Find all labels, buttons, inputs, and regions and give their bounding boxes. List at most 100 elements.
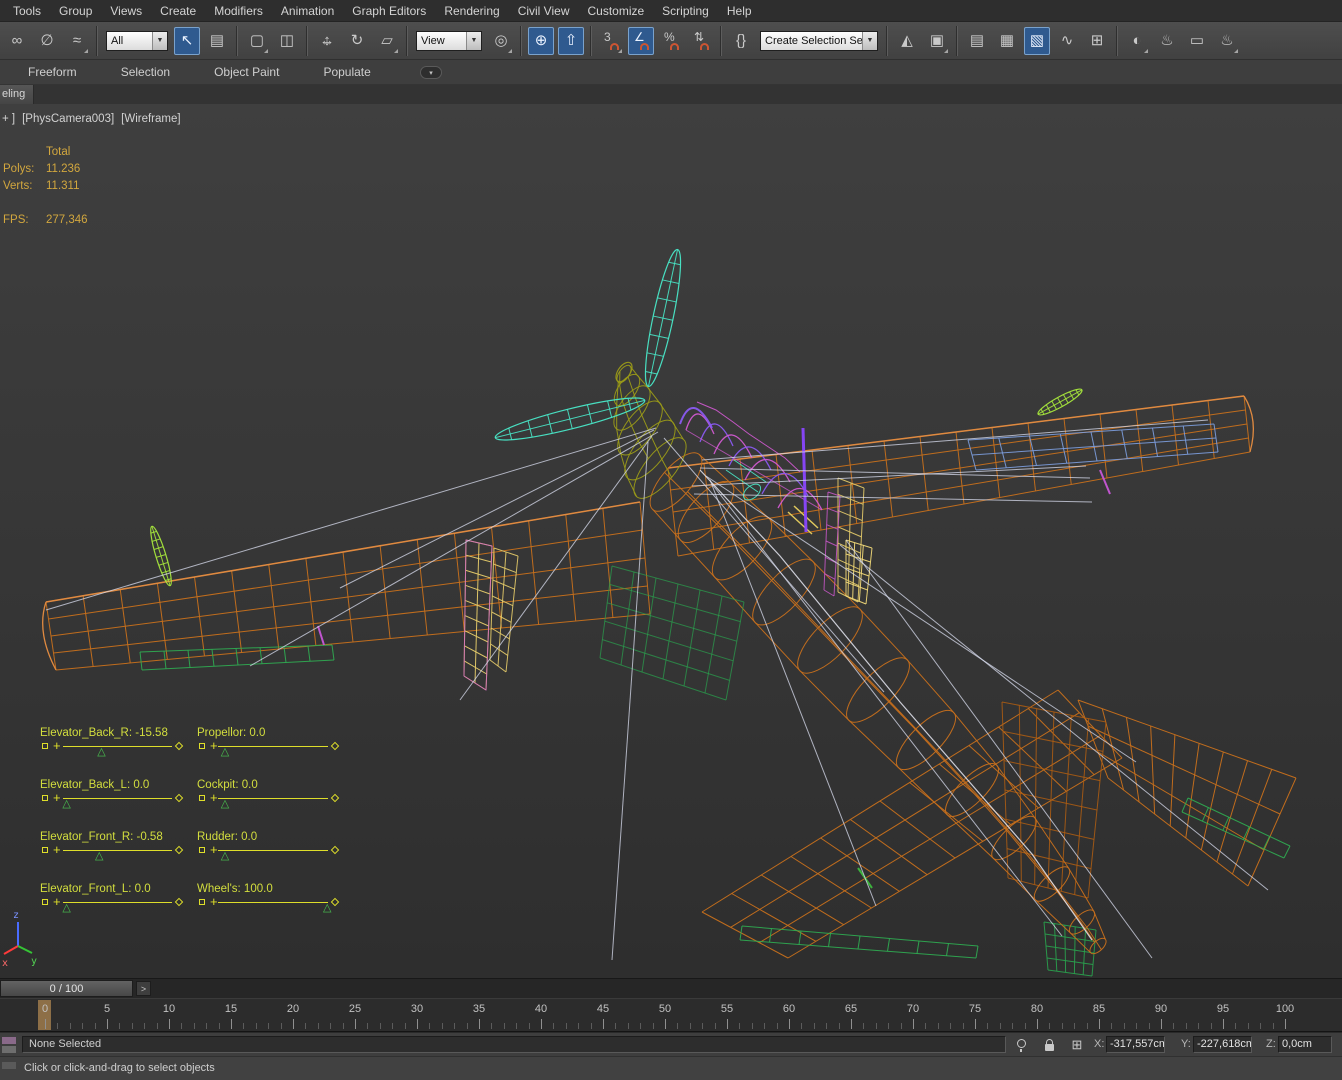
tab-object-paint[interactable]: Object Paint bbox=[214, 65, 279, 79]
manipulator-handle[interactable]: △ bbox=[95, 851, 103, 862]
viewport[interactable]: zxy + ] [PhysCamera003] [Wireframe] Tota… bbox=[0, 104, 1342, 978]
prompt-left-icon[interactable] bbox=[2, 1062, 16, 1069]
manipulator-track[interactable] bbox=[218, 798, 328, 799]
reference-coordinate-system-dropdown[interactable]: View ▼ bbox=[416, 30, 482, 51]
menu-views[interactable]: Views bbox=[101, 1, 151, 21]
selection-filter-dropdown[interactable]: All ▼ bbox=[106, 30, 168, 51]
manipulator-track[interactable] bbox=[63, 902, 172, 903]
select-and-scale-button[interactable]: ▱ bbox=[374, 27, 400, 55]
manipulator-diamond[interactable] bbox=[330, 897, 340, 907]
track-bar[interactable]: 0 5 10 15 20 25 30 35 40 45 50 55 60 65 70 75 80 85 90 95 10… bbox=[0, 998, 1342, 1032]
menu-scripting[interactable]: Scripting bbox=[653, 1, 718, 21]
manipulator-plus[interactable]: + bbox=[210, 739, 218, 752]
manipulator-diamond[interactable] bbox=[174, 741, 184, 751]
angle-snap-toggle-button[interactable]: ∠ bbox=[628, 26, 654, 55]
named-selection-sets-dropdown[interactable]: Create Selection Se ▼ bbox=[760, 30, 878, 51]
manipulator-square[interactable] bbox=[42, 795, 48, 801]
select-and-link-button[interactable]: ∞ bbox=[4, 27, 30, 55]
manipulator-handle[interactable]: △ bbox=[62, 903, 70, 914]
manipulator-square[interactable] bbox=[199, 847, 205, 853]
chevron-down-icon[interactable]: ▼ bbox=[152, 31, 167, 50]
align-button[interactable]: ▣ bbox=[924, 27, 950, 55]
manipulator-plus[interactable]: + bbox=[53, 895, 61, 908]
menu-animation[interactable]: Animation bbox=[272, 1, 343, 21]
manipulator-square[interactable] bbox=[42, 743, 48, 749]
manipulator-diamond[interactable] bbox=[174, 793, 184, 803]
manipulator-plus[interactable]: + bbox=[210, 843, 218, 856]
manipulator-plus[interactable]: + bbox=[53, 791, 61, 804]
manipulator-plus[interactable]: + bbox=[53, 739, 61, 752]
manipulator-diamond[interactable] bbox=[174, 897, 184, 907]
maxscript-mini-listener[interactable] bbox=[2, 1037, 16, 1044]
manipulator-track[interactable] bbox=[63, 850, 172, 851]
tab-freeform[interactable]: Freeform bbox=[28, 65, 77, 79]
select-object-button[interactable]: ↖ bbox=[174, 26, 200, 55]
manipulator-track[interactable] bbox=[63, 798, 172, 799]
snap-toggle-3d-button[interactable]: 3 bbox=[598, 27, 624, 55]
manipulator-square[interactable] bbox=[42, 847, 48, 853]
manipulator-diamond[interactable] bbox=[330, 793, 340, 803]
manipulator-diamond[interactable] bbox=[330, 845, 340, 855]
spinner-snap-toggle-button[interactable]: ⇅ bbox=[688, 27, 714, 55]
window-crossing-toggle-button[interactable]: ◫ bbox=[274, 27, 300, 55]
menu-help[interactable]: Help bbox=[718, 1, 761, 21]
manipulator-plus[interactable]: + bbox=[210, 895, 218, 908]
unlink-selection-button[interactable]: ∅ bbox=[34, 27, 60, 55]
manipulator-diamond[interactable] bbox=[174, 845, 184, 855]
manipulator-handle[interactable]: △ bbox=[221, 799, 229, 810]
rectangular-selection-region-button[interactable]: ▢ bbox=[244, 27, 270, 55]
next-frame-button[interactable]: > bbox=[136, 981, 151, 996]
manipulator-handle[interactable]: △ bbox=[62, 799, 70, 810]
menu-group[interactable]: Group bbox=[50, 1, 101, 21]
curve-editor-button[interactable]: ∿ bbox=[1054, 27, 1080, 55]
tab-populate[interactable]: Populate bbox=[323, 65, 370, 79]
render-production-button[interactable]: ♨ bbox=[1214, 27, 1240, 55]
select-and-rotate-button[interactable]: ↻ bbox=[344, 27, 370, 55]
manipulator-handle[interactable]: △ bbox=[221, 851, 229, 862]
manipulator-track[interactable] bbox=[218, 902, 328, 903]
manipulator-handle[interactable]: △ bbox=[97, 747, 105, 758]
manipulator-square[interactable] bbox=[199, 899, 205, 905]
menu-rendering[interactable]: Rendering bbox=[435, 1, 508, 21]
absolute-mode-type-in-icon[interactable]: ⊞ bbox=[1068, 1036, 1086, 1054]
percent-snap-toggle-button[interactable]: % bbox=[658, 27, 684, 55]
z-coordinate-field[interactable]: 0,0cm bbox=[1278, 1036, 1332, 1053]
bind-to-space-warp-button[interactable]: ≈ bbox=[64, 27, 90, 55]
mirror-button[interactable]: ◭ bbox=[894, 27, 920, 55]
toggle-layer-explorer-button[interactable]: ▦ bbox=[994, 27, 1020, 55]
toggle-ribbon-button[interactable]: ▧ bbox=[1024, 26, 1050, 55]
time-slider[interactable]: 0 / 100 > bbox=[0, 978, 1342, 998]
tab-modeling-clipped[interactable]: eling bbox=[0, 85, 35, 104]
manipulator-diamond[interactable] bbox=[330, 741, 340, 751]
manipulator-track[interactable] bbox=[218, 746, 328, 747]
menu-create[interactable]: Create bbox=[151, 1, 205, 21]
manipulator-plus[interactable]: + bbox=[210, 791, 218, 804]
use-pivot-point-center-button[interactable]: ◎ bbox=[488, 27, 514, 55]
edit-named-selection-sets-button[interactable]: {} bbox=[728, 27, 754, 55]
rendered-frame-window-button[interactable]: ▭ bbox=[1184, 27, 1210, 55]
menu-graph-editors[interactable]: Graph Editors bbox=[343, 1, 435, 21]
toggle-scene-explorer-button[interactable]: ▤ bbox=[964, 27, 990, 55]
menu-modifiers[interactable]: Modifiers bbox=[205, 1, 272, 21]
y-coordinate-field[interactable]: -227,618cm bbox=[1193, 1036, 1252, 1053]
manipulator-square[interactable] bbox=[42, 899, 48, 905]
x-coordinate-field[interactable]: -317,557cm bbox=[1106, 1036, 1165, 1053]
select-by-name-button[interactable]: ▤ bbox=[204, 27, 230, 55]
material-editor-button[interactable]: ◐ bbox=[1124, 27, 1150, 55]
manipulator-track[interactable] bbox=[218, 850, 328, 851]
maxscript-mini-listener-2[interactable] bbox=[2, 1046, 16, 1053]
ribbon-minimize-button[interactable]: ▾ bbox=[420, 66, 442, 79]
chevron-down-icon[interactable]: ▼ bbox=[862, 31, 877, 50]
manipulator-plus[interactable]: + bbox=[53, 843, 61, 856]
menu-civil-view[interactable]: Civil View bbox=[509, 1, 579, 21]
select-and-move-button[interactable]: ↔ ↕ bbox=[314, 27, 340, 55]
chevron-down-icon[interactable]: ▼ bbox=[466, 31, 481, 50]
manipulator-square[interactable] bbox=[199, 743, 205, 749]
tab-selection[interactable]: Selection bbox=[121, 65, 170, 79]
manipulator-handle[interactable]: △ bbox=[221, 747, 229, 758]
select-and-manipulate-button[interactable]: ⊕ bbox=[528, 26, 554, 55]
isolate-selection-icon[interactable] bbox=[1012, 1036, 1030, 1054]
time-slider-handle[interactable]: 0 / 100 bbox=[0, 980, 133, 997]
manipulator-square[interactable] bbox=[199, 795, 205, 801]
menu-customize[interactable]: Customize bbox=[578, 1, 653, 21]
